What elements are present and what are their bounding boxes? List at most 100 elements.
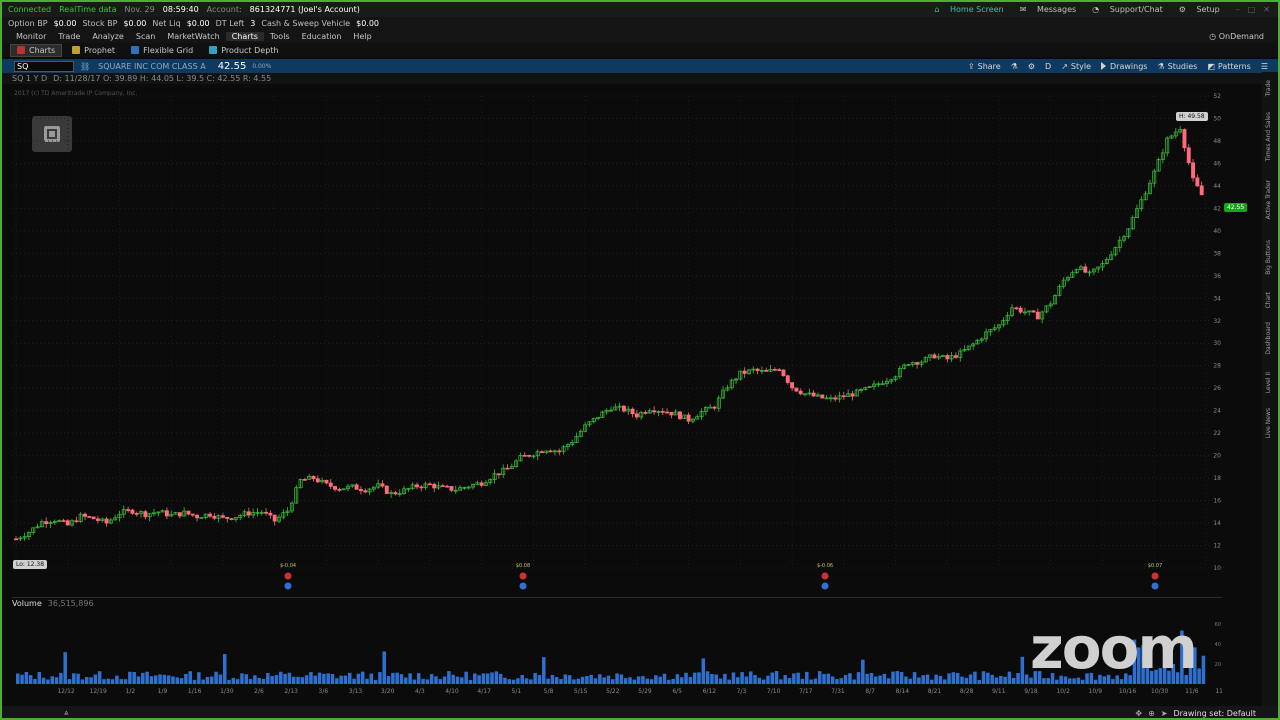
chart-settings-button[interactable]: ⚙: [1028, 62, 1035, 71]
volume-bar: [598, 674, 602, 684]
account-selector[interactable]: 861324771 (Joel's Account): [250, 5, 360, 14]
menu-help[interactable]: Help: [347, 32, 377, 41]
period-label: D: [1045, 61, 1052, 71]
candle-body: [643, 412, 648, 414]
y-tick-label: 24: [1213, 408, 1221, 415]
percent-change: 0.00%: [252, 62, 272, 70]
volume-bar: [611, 679, 615, 684]
share-button[interactable]: ⇪ Share: [968, 62, 1001, 71]
volume-bars: [16, 630, 1206, 684]
x-tick-label: 6/5: [672, 688, 682, 694]
tab-prophet[interactable]: Prophet: [66, 44, 121, 57]
last-price: 42.55: [217, 60, 247, 72]
volume-bar: [72, 673, 76, 684]
volume-bar: [153, 675, 158, 684]
volume-bar: [503, 677, 507, 684]
candle-body: [419, 486, 424, 489]
home-screen-button[interactable]: ⌂ Home Screen: [934, 5, 1011, 14]
volume-bar: [886, 678, 891, 684]
volume-bar: [141, 672, 145, 684]
y-tick-label: 44: [1213, 183, 1221, 190]
symbol-input[interactable]: SQ: [14, 60, 74, 72]
date-display: Nov. 29: [124, 5, 155, 14]
ondemand-button[interactable]: ◷ OnDemand: [1203, 32, 1270, 41]
close-button[interactable]: ✕: [1263, 5, 1270, 14]
volume-bar: [572, 679, 576, 684]
menu-charts[interactable]: Charts: [225, 32, 264, 41]
volume-bar: [667, 679, 671, 684]
menu-analyze[interactable]: Analyze: [86, 32, 130, 41]
support-chat-button[interactable]: ◔ Support/Chat: [1092, 5, 1171, 14]
gear-icon: ⚙: [1178, 5, 1189, 14]
tab-charts[interactable]: Charts: [10, 43, 63, 57]
candle-body: [505, 467, 510, 470]
candle-body: [363, 490, 368, 493]
cursor-icon[interactable]: ➤: [1161, 709, 1168, 718]
sidebar-item-level-ii[interactable]: Level II: [1265, 372, 1272, 393]
sidebar-item-live-news[interactable]: Live News: [1265, 408, 1272, 438]
volume-bar: [296, 676, 300, 684]
messages-button[interactable]: ✉ Messages: [1020, 5, 1084, 14]
y-tick-label: 18: [1213, 475, 1221, 482]
volume-bar: [257, 677, 261, 684]
last-price-label: 42.55: [1224, 203, 1248, 212]
volume-bar: [279, 671, 283, 684]
candle-body: [134, 513, 139, 515]
tab-flexible-grid[interactable]: Flexible Grid: [125, 44, 199, 57]
candle-body: [630, 408, 635, 415]
volume-bar: [41, 677, 46, 684]
volume-bar: [80, 679, 85, 684]
volume-bar: [874, 676, 878, 684]
earnings-marker: [284, 582, 292, 590]
expand-icon[interactable]: ⩓: [64, 708, 69, 718]
menu-tools[interactable]: Tools: [264, 32, 296, 41]
pan-icon[interactable]: ✥: [1135, 709, 1142, 718]
option-bp-label: Option BP: [8, 19, 48, 28]
volume-bar: [102, 679, 106, 684]
connection-status: Connected: [8, 5, 52, 14]
sidebar-item-dashboard[interactable]: Dashboard: [1265, 322, 1272, 355]
envelope-icon: ✉: [1019, 5, 1029, 14]
studies-button[interactable]: ⚗ Studies: [1157, 62, 1197, 71]
volume-bar: [434, 676, 438, 684]
patterns-button[interactable]: ◩ Patterns: [1207, 62, 1251, 71]
volume-bar: [123, 679, 128, 684]
volume-bar: [736, 677, 740, 684]
volume-bar: [628, 677, 632, 684]
sidebar-item-active-trader[interactable]: Active Trader: [1265, 180, 1272, 219]
menu-marketwatch[interactable]: MarketWatch: [161, 32, 225, 41]
dividend-marker: [519, 572, 527, 580]
volume-bar: [783, 675, 787, 684]
candle-body: [945, 355, 950, 360]
minimize-button[interactable]: –: [1236, 5, 1240, 14]
volume-bar: [615, 673, 619, 684]
price-chart[interactable]: 10 12 14 16 18 20 22 24 26 28 30 32 34 36 38 40 42 44 46 48…: [12, 86, 1222, 594]
sidebar-item-chart[interactable]: Chart: [1265, 292, 1272, 309]
maximize-button[interactable]: □: [1248, 5, 1256, 14]
link-icon[interactable]: ⛓: [80, 62, 90, 71]
volume-header: Volume 36,515,896: [12, 597, 1222, 608]
volume-bar: [529, 679, 533, 684]
style-button[interactable]: ↗ Style: [1061, 62, 1091, 71]
candle-body: [130, 509, 135, 514]
volume-bar: [54, 677, 59, 684]
setup-button[interactable]: ⚙ Setup: [1179, 5, 1228, 14]
zoom-in-icon[interactable]: ⊕: [1148, 709, 1155, 718]
drawing-set-label[interactable]: Drawing set: Default: [1173, 709, 1256, 718]
menu-education[interactable]: Education: [296, 32, 348, 41]
drawings-button[interactable]: Drawings: [1101, 62, 1147, 71]
period-button[interactable]: D: [1045, 62, 1051, 71]
volume-bar: [244, 674, 249, 684]
menu-scan[interactable]: Scan: [130, 32, 161, 41]
volume-bar: [360, 671, 365, 684]
candle-body: [104, 518, 109, 524]
sidebar-item-times-and-sales[interactable]: Times And Sales: [1265, 112, 1272, 161]
high-label: H: 49.58: [1176, 112, 1208, 121]
menu-trade[interactable]: Trade: [52, 32, 86, 41]
menu-monitor[interactable]: Monitor: [10, 32, 52, 41]
tab-product-depth[interactable]: Product Depth: [203, 44, 284, 57]
sidebar-item-trade[interactable]: Trade: [1265, 80, 1272, 96]
sidebar-item-big-buttons[interactable]: Big Buttons: [1265, 240, 1272, 275]
chart-menu-button[interactable]: ☰: [1261, 62, 1268, 71]
flask-button[interactable]: ⚗: [1011, 62, 1018, 71]
